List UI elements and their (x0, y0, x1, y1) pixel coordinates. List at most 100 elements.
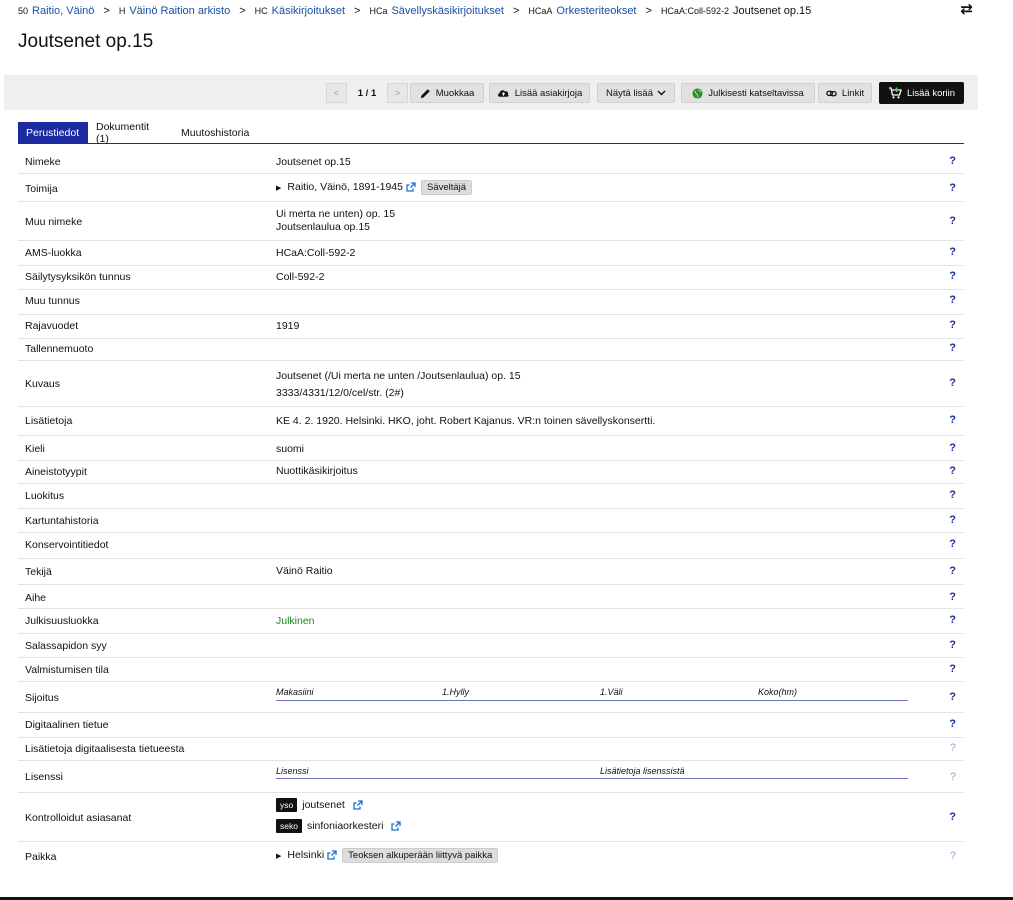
field-value: ▶ Raitio, Väinö, 1891-1945 Säveltäjä (276, 180, 473, 195)
tab-basic-info[interactable]: Perustiedot (18, 122, 88, 143)
help-icon[interactable]: ? (950, 850, 956, 862)
help-icon[interactable]: ? (949, 538, 956, 550)
field-row-lisatietoja-digitaalinen: Lisätietoja digitaalisesta tietueesta ? (18, 738, 964, 761)
show-more-button[interactable]: Näytä lisää (597, 83, 675, 103)
help-icon[interactable]: ? (950, 771, 956, 783)
field-row-lisenssi: Lisenssi Lisenssi Lisätietoja lisenssist… (18, 761, 964, 793)
field-row-rajavuodet: Rajavuodet 1919 ? (18, 315, 964, 339)
page-title: Joutsenet op.15 (18, 31, 154, 52)
actor-link[interactable]: Raitio, Väinö, 1891-1945 (287, 181, 403, 193)
field-label: Julkisuusluokka (25, 615, 99, 627)
help-icon[interactable]: ? (949, 377, 956, 389)
external-link-icon[interactable] (391, 821, 402, 831)
help-icon[interactable]: ? (949, 270, 956, 282)
field-label: Säilytysyksikön tunnus (25, 271, 131, 283)
role-badge: Säveltäjä (420, 180, 473, 195)
location-grid: Makasiini 1.Hylly 1.Väli Koko(hm) (276, 687, 908, 701)
keyword-item: yso joutsenet (276, 798, 363, 812)
external-link-icon[interactable] (327, 850, 337, 860)
help-icon[interactable]: ? (949, 465, 956, 477)
external-link-icon[interactable] (406, 182, 416, 192)
help-icon[interactable]: ? (949, 442, 956, 454)
field-label: Tekijä (25, 566, 52, 578)
chevron-left-icon: < (333, 87, 340, 99)
breadcrumb-item[interactable]: H Väinö Raition arkisto (119, 5, 230, 17)
field-value: Joutsenet op.15 (276, 156, 351, 168)
breadcrumb: 50 Raitio, Väinö > H Väinö Raition arkisto… (18, 5, 811, 17)
field-value: suomi (276, 443, 305, 455)
breadcrumb-current: HCaA:Coll-592-2 Joutsenet op.15 (660, 5, 812, 17)
field-label: AMS-luokka (25, 247, 82, 259)
help-icon[interactable]: ? (949, 342, 956, 354)
help-icon[interactable]: ? (949, 514, 956, 526)
prev-button[interactable]: < (326, 83, 347, 103)
breadcrumb-item[interactable]: HCa Sävellyskäsikirjoitukset (369, 5, 504, 17)
vocabulary-badge: seko (276, 819, 302, 833)
field-value: Joutsenlaulua op.15 (276, 221, 370, 233)
field-value: ▶ Helsinki Teoksen alkuperään liittyvä pai… (276, 848, 499, 863)
public-view-button[interactable]: Julkisesti katseltavissa (681, 83, 815, 103)
add-documents-button[interactable]: Lisää asiakirjoja (489, 83, 590, 103)
tab-documents[interactable]: Dokumentit (1) (88, 121, 172, 145)
field-label: Lisätietoja (25, 415, 73, 427)
field-value: Väinö Raitio (276, 565, 333, 577)
breadcrumb-item[interactable]: HCaA Orkesteriteokset (528, 5, 636, 17)
field-label: Digitaalinen tietue (25, 719, 109, 731)
keyword-term: joutsenet (302, 799, 345, 811)
swap-icon[interactable]: ⇄ (960, 0, 973, 18)
field-row-toimija: Toimija ▶ Raitio, Väinö, 1891-1945 Säveltä… (18, 174, 964, 202)
help-icon[interactable]: ? (949, 414, 956, 426)
tab-change-history[interactable]: Muutoshistoria (173, 122, 263, 143)
location-column: 1.Hylly (442, 687, 470, 697)
field-value: 3333/4331/12/0/cel/str. (2#) (276, 387, 404, 399)
external-link-icon[interactable] (353, 800, 363, 810)
globe-icon (692, 87, 703, 99)
keyword-item: seko sinfoniaorkesteri (276, 819, 402, 833)
triangle-right-icon[interactable]: ▶ (276, 853, 281, 860)
links-button[interactable]: Linkit (818, 83, 872, 103)
help-icon[interactable]: ? (949, 639, 956, 651)
field-row-digitaalinen: Digitaalinen tietue ? (18, 713, 964, 738)
field-label: Konservointitiedot (25, 539, 109, 551)
help-icon[interactable]: ? (949, 614, 956, 626)
field-value: Coll-592-2 (276, 271, 325, 283)
location-column: Makasiini (276, 687, 314, 697)
triangle-right-icon[interactable]: ▶ (276, 185, 281, 192)
field-value: Nuottikäsikirjoitus (276, 465, 358, 477)
help-icon[interactable]: ? (949, 215, 956, 227)
help-icon[interactable]: ? (949, 691, 956, 703)
help-icon[interactable]: ? (949, 246, 956, 258)
field-row-julkisuusluokka: Julkisuusluokka Julkinen ? (18, 609, 964, 634)
field-label: Muu tunnus (25, 295, 80, 307)
help-icon[interactable]: ? (949, 591, 956, 603)
field-label: Kuvaus (25, 378, 61, 390)
place-link[interactable]: Helsinki (287, 849, 324, 861)
license-grid: Lisenssi Lisätietoja lisenssistä (276, 766, 908, 779)
help-icon[interactable]: ? (949, 294, 956, 306)
field-row-tallennemuoto: Tallennemuoto ? (18, 339, 964, 361)
help-icon[interactable]: ? (950, 742, 956, 754)
edit-button[interactable]: Muokkaa (410, 83, 484, 103)
field-label: Lisätietoja digitaalisesta tietueesta (25, 743, 185, 755)
field-value: KE 4. 2. 1920. Helsinki. HKO, joht. Robe… (276, 415, 656, 427)
next-button[interactable]: > (387, 83, 408, 103)
help-icon[interactable]: ? (949, 155, 956, 167)
breadcrumb-item[interactable]: 50 Raitio, Väinö (18, 5, 94, 17)
toolbar: < 1 / 1 > Muokkaa Lisää asiakirjoja Näyt… (4, 75, 978, 110)
field-label: Valmistumisen tila (25, 664, 109, 676)
chevron-right-icon: > (354, 5, 361, 17)
help-icon[interactable]: ? (949, 319, 956, 331)
help-icon[interactable]: ? (949, 718, 956, 730)
help-icon[interactable]: ? (949, 489, 956, 501)
help-icon[interactable]: ? (949, 565, 956, 577)
pagination-count: 1 / 1 (357, 87, 377, 99)
help-icon[interactable]: ? (949, 811, 956, 823)
help-icon[interactable]: ? (949, 663, 956, 675)
breadcrumb-item[interactable]: HC Käsikirjoitukset (255, 5, 345, 17)
field-row-ams: AMS-luokka HCaA:Coll-592-2 ? (18, 241, 964, 266)
add-to-cart-button[interactable]: Lisää koriin (879, 82, 964, 104)
field-value: 1919 (276, 320, 300, 332)
license-column: Lisätietoja lisenssistä (600, 766, 685, 776)
field-label: Muu nimeke (25, 216, 83, 228)
help-icon[interactable]: ? (949, 182, 956, 194)
